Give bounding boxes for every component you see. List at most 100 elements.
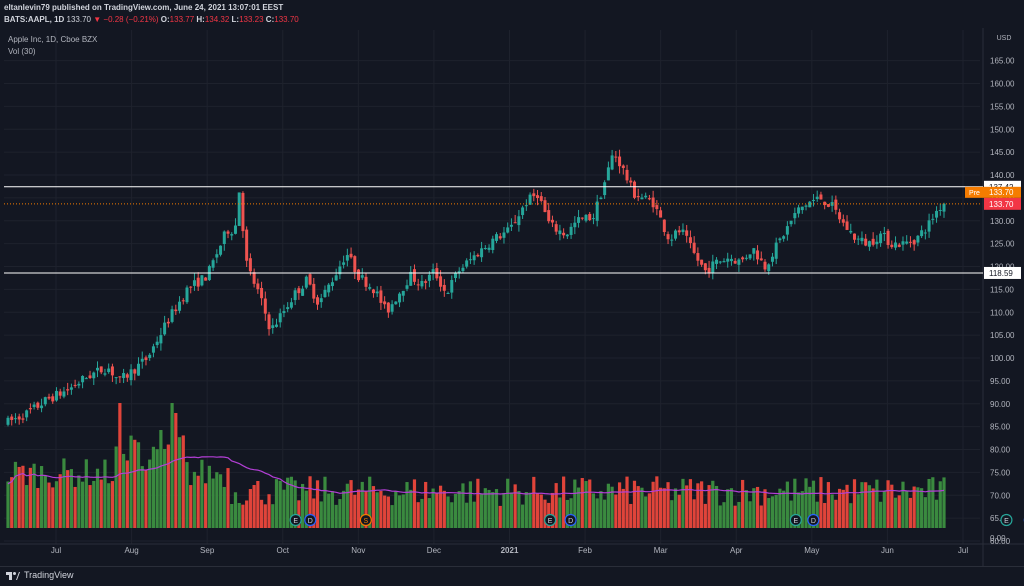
volume-bar [140,466,144,528]
candle [386,302,390,313]
pre-price-label: 133.70 [989,188,1014,197]
candle [599,197,603,200]
volume-bar [737,501,741,528]
volume-bar [782,490,786,528]
candle [308,274,312,285]
price-chart[interactable]: Jul Aug Sep Oct Nov Dec 2021 Feb Mar Apr May Jun Jul… [0,0,1024,566]
volume-bar [908,497,913,528]
candle [856,238,860,240]
candle [867,241,871,247]
volume-bar [726,489,730,528]
candle [748,254,752,259]
candle [685,230,689,236]
candle [785,226,789,235]
volume-bar [151,446,156,528]
candle [114,377,118,379]
candle [931,218,935,220]
candle [6,417,10,425]
volume-bar [729,488,734,528]
volume-bar [379,491,383,528]
candle [767,264,771,272]
volume-bar [535,492,540,528]
volume-bar [509,492,514,528]
level-price-label: 118.59 [989,269,1013,278]
volume-bar [912,486,916,528]
volume-bar [174,413,178,528]
volume-bar [636,486,640,528]
volume-bar [606,483,610,528]
high-label: H: [196,15,205,24]
volume-bar [237,502,241,528]
volume-bar [163,448,167,528]
chart-header: eltanlevin79 published on TradingView.co… [4,2,299,26]
event-marker-label: D [308,518,313,525]
candle [603,182,607,196]
volume-bar [517,491,521,528]
candle [241,192,245,232]
candle [461,267,465,272]
candle [383,301,387,305]
volume-bar [487,489,491,528]
candle [923,232,927,234]
volume-bar [159,430,163,528]
candle [200,275,204,286]
candle [66,389,70,391]
volume-bar [416,502,420,528]
volume-bar [144,470,148,528]
candle [733,260,737,264]
volume-bar [819,477,823,528]
candle [912,240,916,245]
volume-bar [681,478,685,528]
volume-bar [259,499,264,528]
volume-bar [849,503,853,528]
pre-market-label: Pre [969,190,980,197]
y-tick-label: 60.00 [990,537,1011,546]
volume-bar [88,485,92,528]
candle [871,238,875,245]
volume-bar [931,477,935,528]
candle [905,241,909,244]
candle [509,224,513,227]
candle [73,384,77,386]
open-label: O: [160,15,170,24]
y-tick-label: 70.00 [990,491,1011,500]
volume-bar [610,486,614,528]
volume-bar [230,503,234,528]
y-tick-label: 150.00 [990,125,1015,134]
candle [245,229,249,261]
candle [778,238,782,241]
candle [125,374,129,378]
candle [40,405,44,409]
candle [390,304,394,312]
candle [25,410,29,418]
symbol-label: BATS:AAPL, 1D [4,15,65,24]
volume-bar [711,480,715,528]
candle [375,291,379,294]
volume-bar [785,481,789,528]
tradingview-logo[interactable]: TradingView [6,570,74,580]
volume-bar [539,494,543,528]
y-tick-label: 140.00 [990,171,1015,180]
candle [521,207,525,216]
volume-bar [741,479,745,528]
volume-bar [349,480,353,528]
volume-bar [58,474,62,528]
candle [398,293,402,303]
candle [260,287,264,299]
candle [864,238,868,246]
candle [621,165,625,169]
candle [640,197,644,200]
x-tick-label: Jun [881,546,894,555]
x-tick-label: Dec [427,546,441,555]
volume-bar [36,487,40,528]
candle [409,271,413,286]
candle [726,258,730,262]
volume-bar [286,477,290,528]
candle [334,275,338,281]
y-tick-label: 75.00 [990,468,1011,477]
candle [558,230,562,235]
candle [517,216,521,226]
candle [43,397,47,405]
volume-bar [420,498,424,528]
volume-bar [658,487,663,528]
